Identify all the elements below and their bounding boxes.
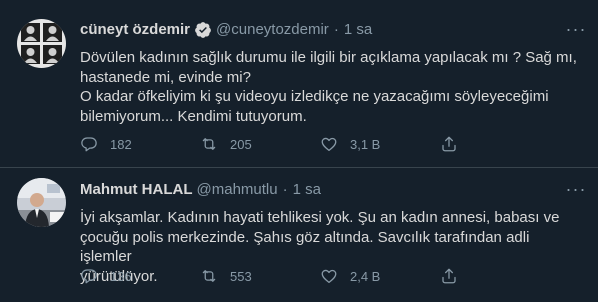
reply-count: 182 bbox=[110, 136, 132, 152]
tweet-line: Dövülen kadının sağlık durumu ile ilgili… bbox=[80, 49, 577, 66]
more-icon[interactable]: ··· bbox=[564, 19, 588, 39]
author-name[interactable]: cüneyt özdemir bbox=[80, 20, 190, 40]
tweet-line: hastanede mi, evinde mi? bbox=[80, 68, 251, 86]
share-icon bbox=[442, 268, 456, 284]
reply-button[interactable]: 182 bbox=[80, 135, 200, 153]
timestamp[interactable]: 1 sa bbox=[344, 20, 372, 40]
tweet-line: İyi akşamlar. Kadının hayati tehlikesi y… bbox=[80, 209, 560, 226]
tweet-header: cüneyt özdemir @cuneytozdemir · 1 sa bbox=[80, 20, 558, 40]
retweet-button[interactable]: 205 bbox=[200, 135, 320, 153]
retweet-icon bbox=[202, 138, 216, 150]
retweet-button[interactable]: 553 bbox=[200, 267, 320, 285]
retweet-icon bbox=[202, 270, 216, 282]
avatar-image bbox=[17, 19, 66, 68]
like-count: 3,1 B bbox=[350, 136, 381, 152]
share-icon bbox=[442, 136, 456, 152]
avatar[interactable] bbox=[17, 178, 66, 227]
reply-icon bbox=[81, 269, 97, 284]
separator-dot: · bbox=[333, 21, 339, 38]
reply-count: 136 bbox=[110, 268, 132, 284]
heart-icon bbox=[321, 269, 337, 284]
like-button[interactable]: 3,1 B bbox=[320, 135, 440, 153]
tweet[interactable]: cüneyt özdemir @cuneytozdemir · 1 sa ···… bbox=[0, 0, 598, 168]
like-count: 2,4 B bbox=[350, 268, 381, 284]
more-icon[interactable]: ··· bbox=[564, 179, 588, 199]
avatar-image bbox=[17, 178, 66, 227]
action-bar: 136 553 2,4 B bbox=[80, 266, 578, 286]
tweet-header: Mahmut HALAL @mahmutlu · 1 sa bbox=[80, 180, 558, 200]
separator-dot: · bbox=[282, 181, 288, 198]
timestamp[interactable]: 1 sa bbox=[293, 180, 321, 200]
author-name[interactable]: Mahmut HALAL bbox=[80, 180, 193, 200]
like-button[interactable]: 2,4 B bbox=[320, 267, 440, 285]
share-button[interactable] bbox=[440, 135, 470, 153]
author-handle[interactable]: @cuneytozdemir bbox=[216, 20, 329, 40]
verified-badge-icon bbox=[194, 21, 212, 39]
retweet-count: 205 bbox=[230, 136, 252, 152]
tweet-line: çocuğu polis merkezinde. Şahıs göz altın… bbox=[80, 228, 530, 266]
author-handle[interactable]: @mahmutlu bbox=[197, 180, 278, 200]
action-bar: 182 205 3,1 B bbox=[80, 134, 578, 154]
heart-icon bbox=[321, 137, 337, 152]
tweet-text: Dövülen kadının sağlık durumu ile ilgili… bbox=[80, 48, 580, 126]
reply-button[interactable]: 136 bbox=[80, 267, 200, 285]
share-button[interactable] bbox=[440, 267, 470, 285]
reply-icon bbox=[81, 137, 97, 152]
tweet-line: O kadar öfkeliyim ki şu videoyu izledikç… bbox=[80, 88, 549, 105]
retweet-count: 553 bbox=[230, 268, 252, 284]
tweet-line: bilemiyorum... Kendimi tutuyorum. bbox=[80, 107, 307, 125]
avatar[interactable] bbox=[17, 19, 66, 68]
